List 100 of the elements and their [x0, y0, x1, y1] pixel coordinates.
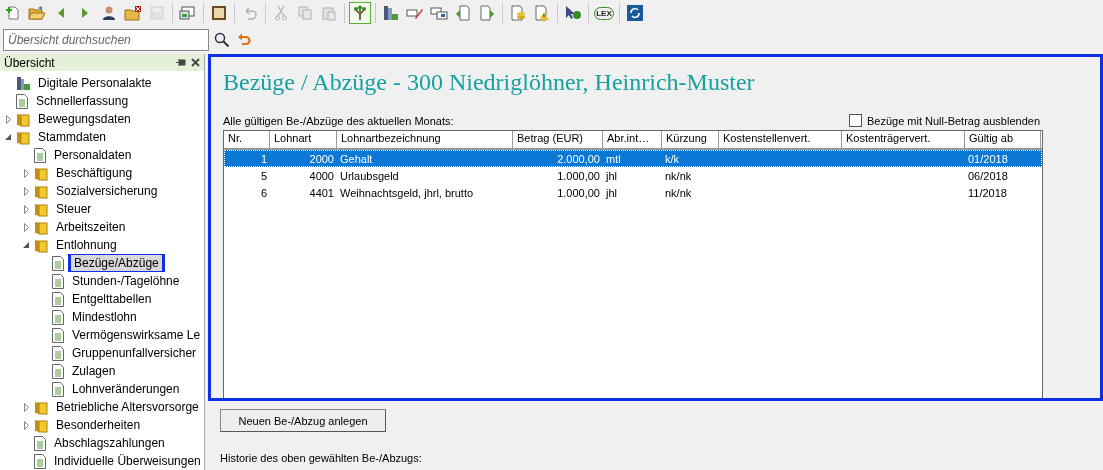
- document-right-arrow-icon: [479, 5, 495, 21]
- folder-icon: [34, 237, 48, 253]
- scissors-icon: [274, 5, 288, 21]
- document-icon: [16, 93, 28, 109]
- tree-item[interactable]: Vermögenswirksame Le: [69, 327, 204, 343]
- table-cell-text: 1.000,00: [556, 186, 601, 199]
- tree-item[interactable]: Digitale Personalakte: [35, 75, 155, 91]
- close-icon[interactable]: [191, 58, 200, 67]
- folder-icon: [16, 129, 30, 145]
- folder-icon: [34, 399, 48, 415]
- tree-item[interactable]: Bewegungsdaten: [35, 111, 134, 127]
- folder-icon: [34, 183, 48, 199]
- document-left-arrow-icon: [455, 5, 471, 21]
- table-cell-text: 1: [259, 152, 268, 165]
- pin-icon[interactable]: [176, 58, 186, 67]
- new-document-icon: [5, 5, 21, 21]
- binder-icon: [16, 75, 30, 91]
- table-cell-text: jhl: [604, 169, 618, 182]
- table-cell-text: nk/nk: [664, 169, 693, 182]
- column-header[interactable]: Kostenstellenvert.: [719, 131, 842, 148]
- column-header[interactable]: Abr.int…: [603, 131, 662, 148]
- document-icon: [52, 381, 64, 397]
- table-cell-text: mtl: [605, 152, 622, 165]
- document-icon: [52, 345, 64, 361]
- table-row[interactable]: 5 4000 Urlaubsgeld 1.000,00 jhl nk/nk 06/2018: [224, 167, 1042, 184]
- column-header[interactable]: Kostenträgervert.: [842, 131, 965, 148]
- table-cell-text: 4000: [308, 169, 335, 182]
- document-icon: [52, 327, 64, 343]
- tree-item[interactable]: Personaldaten: [51, 147, 135, 163]
- toolbar-button[interactable]: [349, 2, 371, 24]
- document-coins-icon: [510, 5, 526, 21]
- table-cell-text: 6: [259, 186, 268, 199]
- table-cell-text: Gehalt: [339, 152, 374, 165]
- search-button[interactable]: [213, 31, 231, 49]
- tree-item[interactable]: Individuelle Überweisungen: [51, 453, 204, 469]
- tree-item[interactable]: Steuer: [53, 201, 95, 217]
- hide-zero-checkbox[interactable]: Bezüge mit Null-Betrag ausblenden: [848, 114, 1040, 127]
- column-header[interactable]: Betrag (EUR): [513, 131, 603, 148]
- tree-item[interactable]: Stunden-/Tagelöhne: [69, 273, 183, 289]
- tree-item[interactable]: Entgelttabellen: [69, 291, 155, 307]
- document-icon: [34, 147, 46, 163]
- page-title: Bezüge / Abzüge - 300 Niedriglöhner, Heinrich-Muster: [223, 69, 756, 96]
- document-icon: [52, 273, 64, 289]
- tree-item[interactable]: Schnellerfassung: [33, 93, 132, 109]
- table-cell-text: jhl: [604, 186, 618, 199]
- tree-item[interactable]: Beschäftigung: [53, 165, 136, 181]
- column-header[interactable]: Lohnart: [270, 131, 337, 148]
- table-cell-text: 1.000,00: [556, 169, 601, 182]
- paste-icon: [321, 5, 337, 21]
- tree-item[interactable]: Betriebliche Altersvorsorge: [53, 399, 202, 415]
- card-icon: [430, 5, 448, 21]
- table-row[interactable]: 6 4401 Weihnachtsgeld, jhrl, brutto 1.000,00 jhl nk/nk 11/2018: [224, 184, 1042, 201]
- tree-item[interactable]: Besonderheiten: [53, 417, 144, 433]
- table-caption: Alle gültigen Be-/Abzüge des aktuellen Monats:: [223, 114, 454, 127]
- undo-icon: [242, 5, 258, 21]
- folder-icon: [16, 111, 30, 127]
- tree-item[interactable]: Bezüge/Abzüge: [71, 255, 162, 271]
- table-cell-text: Urlaubsgeld: [339, 169, 400, 182]
- table-cell-text: nk/nk: [664, 186, 693, 199]
- refresh-icon: [626, 4, 644, 22]
- document-icon: [52, 363, 64, 379]
- folder-icon: [34, 219, 48, 235]
- copy-icon: [297, 5, 313, 21]
- panel-title: Übersicht: [4, 55, 56, 70]
- table-cell-text: 01/2018: [967, 152, 1009, 165]
- document-icon: [52, 291, 64, 307]
- tree-item[interactable]: Stammdaten: [35, 129, 110, 145]
- column-header[interactable]: Kürzung: [662, 131, 719, 148]
- tree-item[interactable]: Zulagen: [69, 363, 119, 379]
- folder-delete-icon: [124, 5, 142, 21]
- tree-item[interactable]: Arbeitszeiten: [53, 219, 129, 235]
- column-header[interactable]: Gültig ab: [965, 131, 1041, 148]
- table-row[interactable]: 1 2000 Gehalt 2.000,00 mtl k/k 01/2018: [224, 150, 1042, 167]
- table-cell-text: 2.000,00: [556, 152, 601, 165]
- folder-icon: [34, 165, 48, 181]
- binder-icon: [383, 5, 399, 21]
- tree-item[interactable]: Gruppenunfallversicher: [69, 345, 200, 361]
- folder-icon: [34, 417, 48, 433]
- person-icon: [101, 5, 117, 21]
- help-cursor-icon: [564, 5, 582, 21]
- new-entry-button[interactable]: Neuen Be-/Abzug anlegen: [220, 409, 386, 432]
- tree-item[interactable]: Sozialversicherung: [53, 183, 161, 199]
- monitor-icon: [179, 5, 197, 21]
- tree-item[interactable]: Abschlagszahlungen: [51, 435, 168, 451]
- tree-item[interactable]: Entlohnung: [53, 237, 120, 253]
- tree-item[interactable]: Lohnveränderungen: [69, 381, 183, 397]
- toolbar-button[interactable]: [624, 2, 646, 24]
- search-field[interactable]: Übersicht durchsuchen: [3, 29, 209, 51]
- open-folder-icon: [28, 5, 46, 21]
- folder-icon: [34, 201, 48, 217]
- column-header[interactable]: Nr.: [224, 131, 270, 148]
- table-cell-text: 4401: [308, 186, 335, 199]
- column-header[interactable]: Lohnartbezeichnung: [337, 131, 513, 148]
- frame-icon: [211, 5, 227, 21]
- tree-item[interactable]: Mindestlohn: [69, 309, 140, 325]
- table-cell-text: 11/2018: [967, 186, 1008, 199]
- table-cell-text: 5: [259, 169, 268, 182]
- history-caption: Historie des oben gewählten Be-/Abzugs:: [220, 452, 423, 464]
- table-cell-text: Weihnachtsgeld, jhrl, brutto: [339, 186, 475, 199]
- tree-icon: [352, 5, 368, 21]
